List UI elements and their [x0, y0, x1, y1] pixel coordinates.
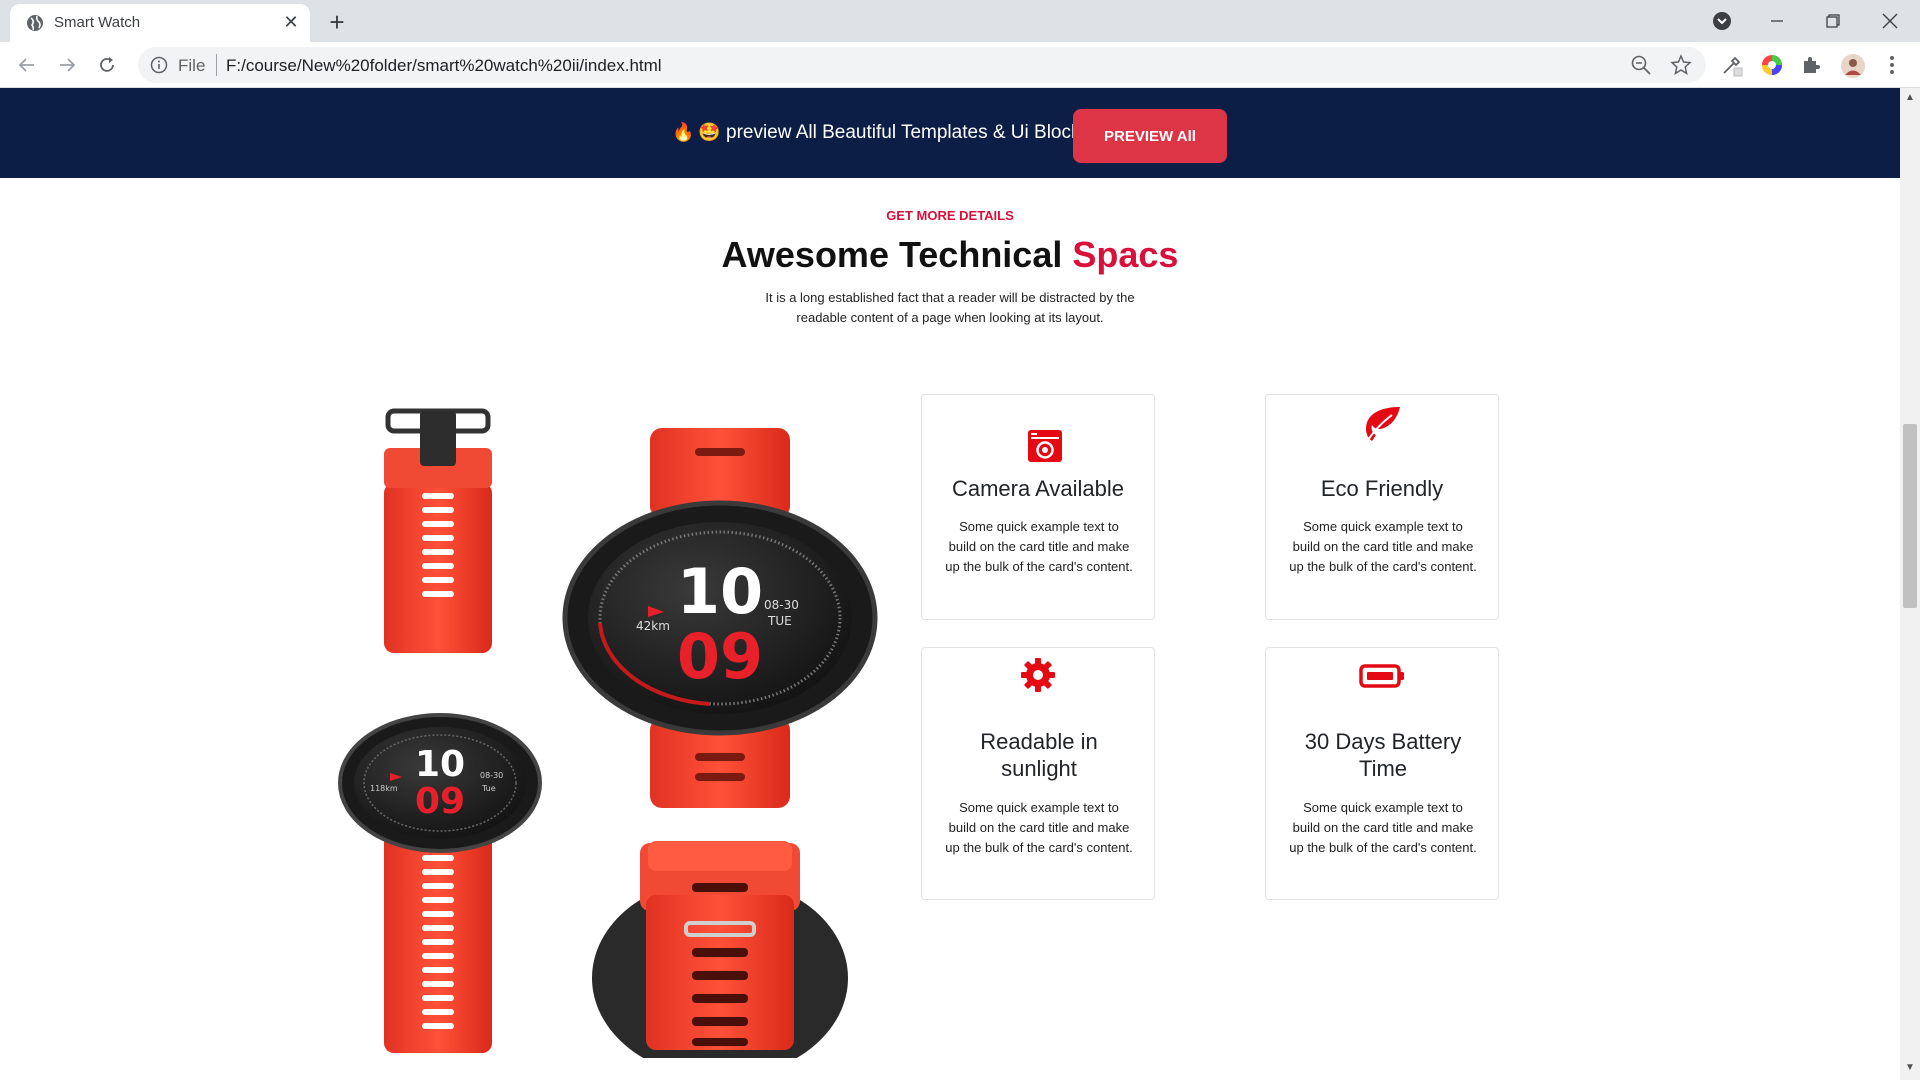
gear-icon	[1019, 656, 1057, 694]
section-title-main: Awesome Technical	[721, 234, 1063, 275]
browser-tab-bar: Smart Watch ✕ +	[0, 0, 1920, 42]
card-title: 30 Days Battery Time	[1304, 729, 1462, 781]
browser-toolbar: File F:/course/New%20folder/smart%20watc…	[0, 42, 1920, 88]
section-title-accent: Spacs	[1072, 234, 1179, 275]
minimize-icon[interactable]	[1757, 6, 1797, 36]
address-bar[interactable]: File F:/course/New%20folder/smart%20watc…	[138, 47, 1706, 83]
fire-emoji: 🔥	[672, 122, 695, 142]
profile-avatar-icon[interactable]	[1840, 53, 1865, 78]
front-view-watch: 10 09 08-30 TUE 42km	[562, 428, 878, 808]
leaf-icon	[1362, 405, 1402, 445]
side-watch-distance: 118km	[370, 784, 398, 793]
section-title: Awesome Technical Spacs	[0, 234, 1900, 276]
side-watch-date: 08-30	[480, 771, 503, 780]
front-watch-date: 08-30	[764, 598, 799, 612]
back-arrow-icon[interactable]	[12, 50, 42, 80]
kebab-menu-icon[interactable]	[1880, 53, 1904, 77]
scroll-down-arrow-icon[interactable]: ▼	[1904, 1062, 1916, 1074]
side-watch-day: Tue	[481, 784, 496, 793]
card-title: Eco Friendly	[1320, 476, 1444, 501]
reload-icon[interactable]	[92, 50, 122, 80]
card-text: Some quick example text to build on the …	[1289, 519, 1477, 574]
star-struck-emoji: 🤩	[698, 122, 721, 142]
browser-tab[interactable]: Smart Watch ✕	[10, 4, 310, 42]
tab-title: Smart Watch	[54, 14, 141, 31]
camera-icon	[1027, 429, 1063, 463]
url-scheme-label: File	[178, 56, 206, 75]
omnibox-divider	[216, 54, 217, 76]
feature-card-eco: Eco Friendly Some quick example text to …	[1265, 394, 1499, 620]
promo-banner: 🔥 🤩 preview All Beautiful Templates & Ui…	[0, 88, 1900, 178]
url-text[interactable]: F:/course/New%20folder/smart%20watch%20i…	[226, 56, 662, 76]
feature-card-sunlight: Readable in sunlight Some quick example …	[921, 647, 1155, 900]
zoom-icon[interactable]	[1630, 54, 1654, 78]
forward-arrow-icon[interactable]	[52, 50, 82, 80]
tab-search-icon[interactable]	[1702, 6, 1742, 36]
section-eyebrow: GET MORE DETAILS	[886, 208, 1014, 223]
card-text: Some quick example text to build on the …	[1289, 800, 1477, 855]
feature-card-battery: 30 Days Battery Time Some quick example …	[1265, 647, 1499, 900]
scrollbar-thumb[interactable]	[1903, 424, 1917, 608]
info-icon[interactable]	[150, 56, 168, 74]
banner-text: preview All Beautiful Templates & Ui Blo…	[726, 122, 1090, 143]
new-tab-button[interactable]: +	[323, 7, 351, 37]
eyedropper-extension-icon[interactable]	[1720, 53, 1744, 77]
page-viewport: 🔥 🤩 preview All Beautiful Templates & Ui…	[0, 88, 1900, 1080]
side-watch-minute: 09	[415, 781, 465, 822]
restore-icon[interactable]	[1813, 6, 1853, 36]
close-tab-icon[interactable]: ✕	[280, 11, 302, 33]
front-watch-day: TUE	[767, 614, 792, 628]
back-view-watch	[592, 841, 848, 1058]
puzzle-extensions-icon[interactable]	[1800, 53, 1824, 77]
scroll-up-arrow-icon[interactable]: ▲	[1904, 92, 1916, 104]
front-watch-distance: 42km	[636, 619, 670, 633]
card-title: Readable in sunlight	[980, 729, 1098, 781]
front-watch-hour: 10	[677, 555, 763, 628]
smartwatch-product-image: 10 09 08-30 Tue 118km 10 09 08-30 TUE 42…	[338, 408, 878, 1058]
card-text: Some quick example text to build on the …	[945, 519, 1133, 574]
close-window-icon[interactable]	[1870, 6, 1910, 36]
preview-all-button[interactable]: PREVIEW All	[1073, 109, 1227, 163]
card-text: Some quick example text to build on the …	[945, 800, 1133, 855]
feature-card-camera: Camera Available Some quick example text…	[921, 394, 1155, 620]
side-view-watch: 10 09 08-30 Tue 118km	[338, 408, 542, 1053]
star-bookmark-icon[interactable]	[1670, 54, 1694, 78]
battery-icon	[1359, 664, 1405, 688]
side-watch-hour: 10	[415, 744, 465, 785]
front-watch-minute: 09	[677, 620, 763, 693]
globe-icon	[26, 14, 44, 32]
section-description: It is a long established fact that a rea…	[765, 290, 1135, 325]
card-title: Camera Available	[951, 476, 1125, 501]
page-scrollbar[interactable]: ▲ ▼	[1900, 88, 1920, 1080]
color-wheel-extension-icon[interactable]	[1760, 53, 1784, 77]
